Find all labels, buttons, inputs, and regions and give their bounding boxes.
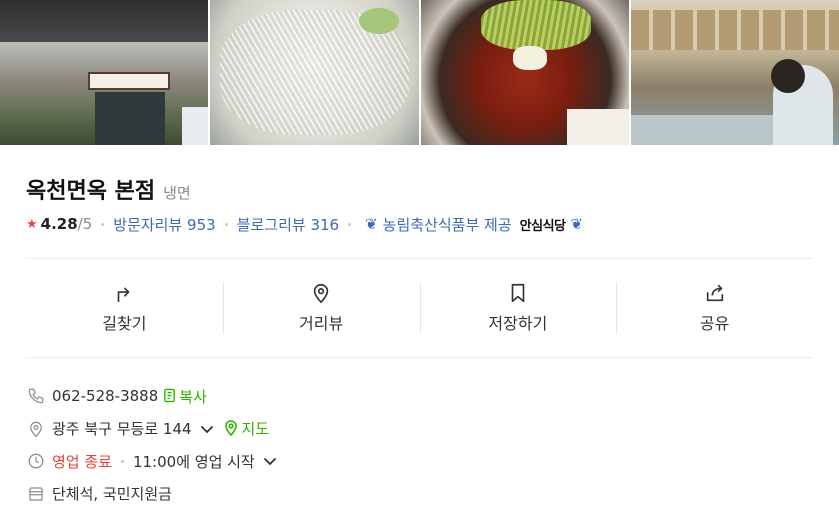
photo-strip[interactable] [0,0,839,145]
place-name: 옥천면옥 본점 [26,179,156,204]
title-row: 옥천면옥 본점 냉면 [26,173,813,204]
save-button[interactable]: 저장하기 [419,282,617,334]
address-row: 광주 북구 무등로 144 지도 [26,413,813,446]
phone-row: 062-528-3888 복사 [26,380,813,413]
separator-dot [224,222,228,226]
directions-button[interactable]: 길찾기 [26,282,223,334]
address-text[interactable]: 광주 북구 무등로 144 [52,418,192,439]
details-list: 062-528-3888 복사 광주 북구 무등로 144 지도 영업 종료 1… [26,380,813,510]
photo-mul-naengmyeon[interactable] [210,0,419,145]
meta-row: ★ 4.28 /5 방문자리뷰 953 블로그리뷰 316 ❦ 농림축산식품부 … [26,212,813,236]
blog-reviews-link[interactable]: 블로그리뷰 316 [237,214,339,235]
clock-icon [26,451,46,471]
phone-icon [26,386,46,406]
store-icon [26,484,46,504]
visitor-reviews-link[interactable]: 방문자리뷰 953 [113,214,215,235]
laurel-left-icon: ❦ [365,215,378,233]
phone-number[interactable]: 062-528-3888 [52,387,158,405]
rating-max: /5 [77,215,93,233]
safe-restaurant-badge: 안심식당 [519,218,566,234]
bookmark-icon [507,282,529,308]
star-icon: ★ [26,216,38,232]
photo-bibim-naengmyeon[interactable] [420,0,629,145]
chevron-down-icon[interactable] [263,454,277,468]
share-button[interactable]: 공유 [616,282,813,334]
save-label: 저장하기 [488,314,548,333]
address-pin-icon [26,419,46,439]
separator-dot [101,222,105,226]
laurel-right-icon: ❦ [570,215,584,233]
rating-score: 4.28 [40,215,78,233]
location-pin-icon [310,282,332,308]
directions-label: 길찾기 [102,314,147,333]
share-icon [704,282,726,308]
amenities-row: 단체석, 국민지원금 [26,478,813,511]
action-bar: 길찾기 거리뷰 저장하기 공유 [26,258,813,358]
copy-button[interactable]: 복사 [179,386,207,407]
certification-text[interactable]: 농림축산식품부 제공 [383,214,512,235]
photo-storefront[interactable] [0,0,209,145]
map-link[interactable]: 지도 [242,418,270,439]
chevron-down-icon[interactable] [200,422,214,436]
street-view-label: 거리뷰 [299,314,344,333]
share-label: 공유 [699,314,730,333]
separator-dot [348,222,352,226]
directions-icon [113,282,135,308]
place-category: 냉면 [163,184,191,202]
separator-dot [120,459,124,463]
street-view-button[interactable]: 거리뷰 [222,282,420,334]
amenities-text: 단체석, 국민지원금 [52,485,172,504]
map-pin-icon[interactable] [214,420,242,438]
hours-status: 영업 종료 [52,452,112,471]
hours-next-open[interactable]: 11:00에 영업 시작 [133,451,255,472]
copy-icon[interactable] [158,387,179,405]
hours-row: 영업 종료 11:00에 영업 시작 [26,445,813,478]
photo-interior[interactable] [630,0,839,145]
